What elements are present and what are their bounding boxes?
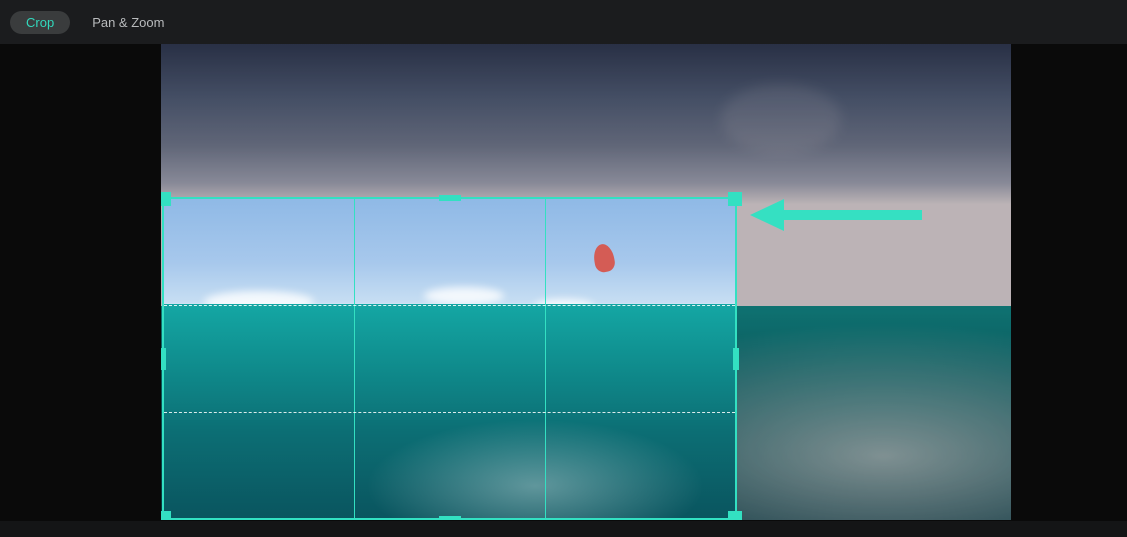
crop-kite [592,242,617,273]
crop-handle-top-left[interactable] [161,192,171,206]
tab-pan-zoom[interactable]: Pan & Zoom [76,11,180,34]
crop-handle-bottom-left[interactable] [161,511,171,520]
tab-crop[interactable]: Crop [10,11,70,34]
crop-selection-box[interactable] [162,197,737,520]
crop-handle-bottom[interactable] [439,516,461,520]
video-preview [161,44,1011,520]
crop-handle-right[interactable] [733,348,739,370]
crop-handle-top-right[interactable] [728,192,742,206]
crop-canvas [0,44,1127,521]
preview-lens-flare [721,84,841,154]
bottom-bar [0,521,1127,537]
crop-handle-bottom-right[interactable] [728,511,742,520]
crop-toolbar: Crop Pan & Zoom [0,0,1127,44]
crop-inside-preview [164,199,735,518]
crop-handle-left[interactable] [161,348,166,370]
crop-handle-top[interactable] [439,195,461,201]
